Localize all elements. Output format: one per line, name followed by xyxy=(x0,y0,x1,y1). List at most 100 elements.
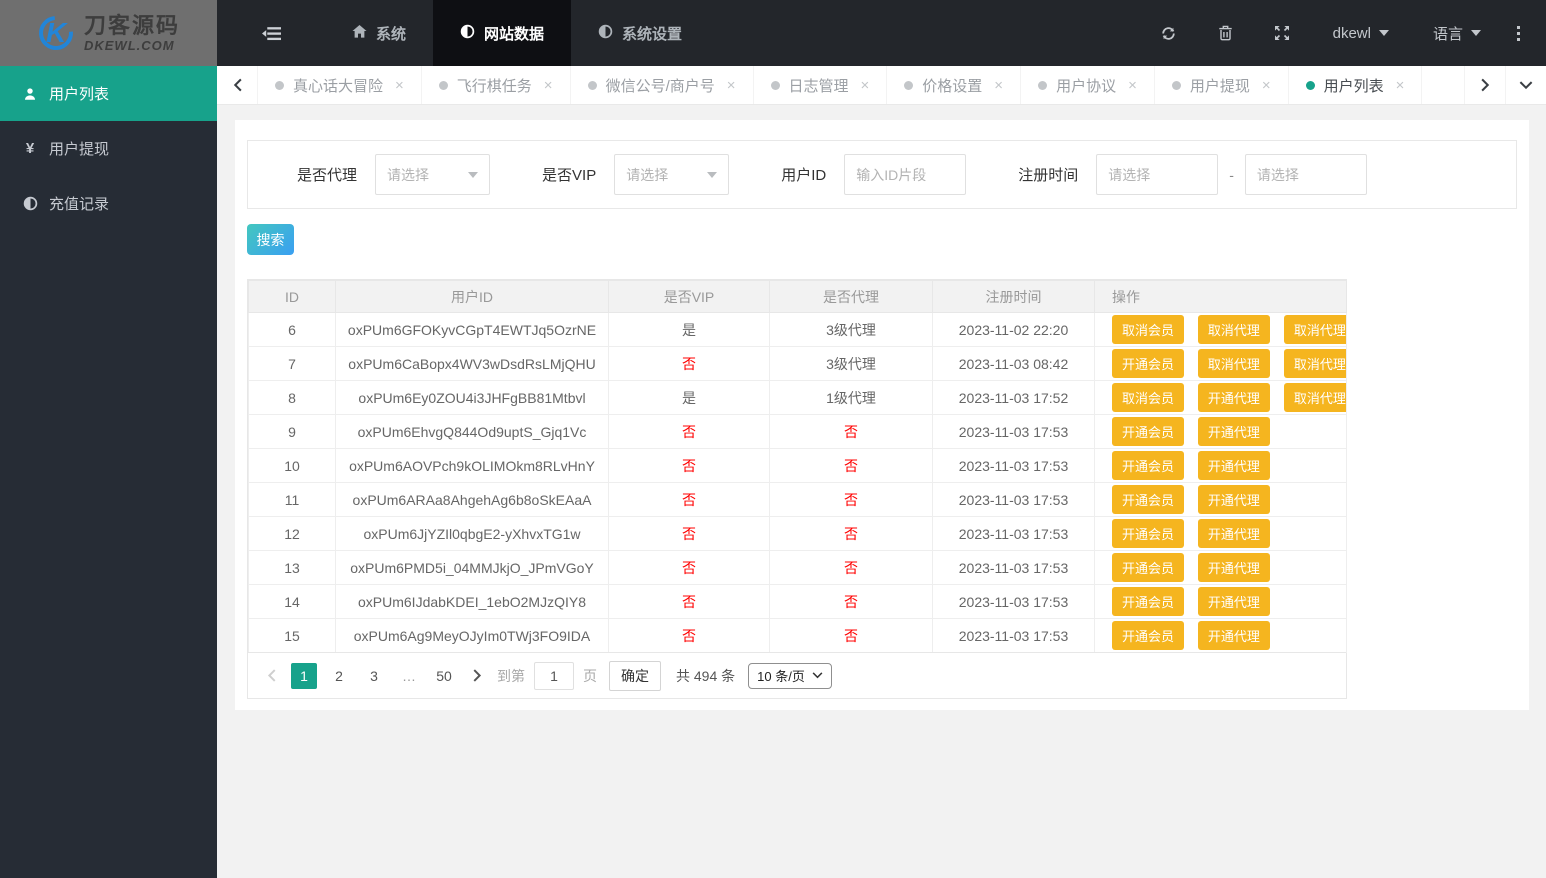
cell-id: 7 xyxy=(248,346,336,381)
sidebar-item-user-list[interactable]: 用户列表 xyxy=(0,66,217,121)
nav-item-site-data[interactable]: 网站数据 xyxy=(433,0,572,66)
open-agent-button[interactable]: 开通代理 xyxy=(1197,451,1270,480)
page-number[interactable]: 2 xyxy=(326,663,352,689)
open-agent-button[interactable]: 开通代理 xyxy=(1197,519,1270,548)
goto-page-input[interactable] xyxy=(534,661,574,690)
reg-time-start-select[interactable]: 请选择 xyxy=(1096,154,1219,195)
search-button[interactable]: 搜索 xyxy=(247,224,294,255)
tab-dot-icon xyxy=(1038,80,1048,90)
cancel-agent-button[interactable]: 取消代理 xyxy=(1283,349,1346,378)
cell-actions: 开通会员 开通代理 xyxy=(1094,618,1347,653)
close-icon[interactable]: × xyxy=(1128,77,1137,94)
nav-item-system-settings[interactable]: 系统设置 xyxy=(571,0,709,66)
tab-dot-icon xyxy=(275,80,284,90)
close-icon[interactable]: × xyxy=(994,77,1003,94)
cell-user-id: oxPUm6CaBopx4WV3wDsdRsLMjQHU xyxy=(335,346,609,381)
cancel-agent-button[interactable]: 取消代理 xyxy=(1197,315,1270,344)
open-member-button[interactable]: 开通会员 xyxy=(1112,553,1185,582)
goto-page-label: 到第 xyxy=(497,667,525,684)
nav-item-system[interactable]: 系统 xyxy=(325,0,433,66)
content: 是否代理 请选择 是否VIP 请选择 用户ID 输入ID片段 注册时间 请选择 … xyxy=(217,105,1546,878)
page-number[interactable]: 1 xyxy=(291,662,317,689)
fullscreen-icon[interactable] xyxy=(1254,25,1311,41)
user-list-card: 是否代理 请选择 是否VIP 请选择 用户ID 输入ID片段 注册时间 请选择 … xyxy=(235,120,1529,710)
cancel-agent-button[interactable]: 取消代理 xyxy=(1283,383,1346,412)
tab-price-settings[interactable]: 价格设置 × xyxy=(887,66,1022,104)
tabs-scroll-left-icon[interactable] xyxy=(217,66,258,104)
vip-filter-select[interactable]: 请选择 xyxy=(614,154,730,195)
menu-toggle-icon[interactable] xyxy=(217,0,325,66)
sidebar-item-recharge-records[interactable]: 充值记录 xyxy=(0,176,217,231)
vip-filter-label: 是否VIP xyxy=(542,167,597,184)
open-agent-button[interactable]: 开通代理 xyxy=(1197,417,1270,446)
open-member-button[interactable]: 开通会员 xyxy=(1112,519,1185,548)
page-size-select[interactable]: 10 条/页 xyxy=(748,662,832,689)
page-number[interactable]: 50 xyxy=(431,663,457,689)
half-circle-icon xyxy=(22,196,38,211)
reg-time-end-select[interactable]: 请选择 xyxy=(1244,154,1367,195)
tab-flight-chess-task[interactable]: 飞行棋任务 × xyxy=(422,66,571,104)
chevron-down-icon xyxy=(1471,30,1481,36)
agent-filter-select[interactable]: 请选择 xyxy=(375,154,491,195)
tab-dot-icon xyxy=(587,80,597,90)
open-member-button[interactable]: 开通会员 xyxy=(1112,451,1185,480)
cell-user-id: oxPUm6AOVPch9kOLIMOkm8RLvHnY xyxy=(335,448,609,483)
table-row: 14 oxPUm6IJdabKDEI_1ebO2MJzQIY8 否 否 2023… xyxy=(248,584,1347,619)
close-icon[interactable]: × xyxy=(544,77,553,94)
cell-id: 6 xyxy=(248,312,336,347)
next-page-icon[interactable] xyxy=(466,669,488,682)
confirm-button[interactable]: 确定 xyxy=(609,660,661,691)
tab-user-list[interactable]: 用户列表 × xyxy=(1289,66,1423,104)
cell-user-id: oxPUm6ARAa8AhgehAg6b8oSkEAaA xyxy=(335,482,609,517)
cancel-agent-button[interactable]: 取消代理 xyxy=(1283,315,1346,344)
tab-wechat-merchant[interactable]: 微信公号/商户号 × xyxy=(571,66,754,104)
cell-agent: 3级代理 xyxy=(769,312,933,347)
open-agent-button[interactable]: 开通代理 xyxy=(1197,383,1270,412)
username: dkewl xyxy=(1332,24,1371,42)
cancel-agent-button[interactable]: 取消代理 xyxy=(1197,349,1270,378)
open-member-button[interactable]: 开通会员 xyxy=(1112,417,1185,446)
tab-user-agreement[interactable]: 用户协议 × xyxy=(1021,66,1155,104)
more-options-icon[interactable] xyxy=(1503,25,1534,41)
tabs-scroll-right-icon[interactable] xyxy=(1464,66,1505,104)
tabs-menu-icon[interactable] xyxy=(1505,66,1546,104)
trash-icon[interactable] xyxy=(1197,25,1254,41)
open-agent-button[interactable]: 开通代理 xyxy=(1197,587,1270,616)
cell-id: 12 xyxy=(248,516,336,551)
open-member-button[interactable]: 开通会员 xyxy=(1112,621,1185,650)
user-menu[interactable]: dkewl xyxy=(1311,25,1411,42)
close-icon[interactable]: × xyxy=(395,77,404,94)
sidebar-item-user-withdraw[interactable]: ¥ 用户提现 xyxy=(0,121,217,176)
open-agent-button[interactable]: 开通代理 xyxy=(1197,553,1270,582)
tab-truth-or-dare[interactable]: 真心话大冒险 × xyxy=(258,66,422,104)
prev-page-icon[interactable] xyxy=(260,669,282,682)
refresh-icon[interactable] xyxy=(1140,25,1197,42)
cell-vip: 否 xyxy=(608,550,770,585)
tab-log-management[interactable]: 日志管理 × xyxy=(754,66,888,104)
cell-agent: 否 xyxy=(769,448,933,483)
open-member-button[interactable]: 开通会员 xyxy=(1112,485,1185,514)
col-id: ID xyxy=(248,280,336,313)
cancel-member-button[interactable]: 取消会员 xyxy=(1112,383,1185,412)
tab-user-withdraw[interactable]: 用户提现 × xyxy=(1155,66,1289,104)
cell-user-id: oxPUm6GFOKyvCGpT4EWTJq5OzrNE xyxy=(335,312,609,347)
cell-id: 10 xyxy=(248,448,336,483)
cell-vip: 是 xyxy=(608,380,770,415)
close-icon[interactable]: × xyxy=(1262,77,1271,94)
cell-user-id: oxPUm6IJdabKDEI_1ebO2MJzQIY8 xyxy=(335,584,609,619)
cell-reg-time: 2023-11-03 17:53 xyxy=(932,516,1095,551)
open-agent-button[interactable]: 开通代理 xyxy=(1197,621,1270,650)
cell-agent: 否 xyxy=(769,414,933,449)
user-id-input[interactable] xyxy=(844,154,967,195)
close-icon[interactable]: × xyxy=(727,77,736,94)
open-member-button[interactable]: 开通会员 xyxy=(1112,349,1185,378)
close-icon[interactable]: × xyxy=(1396,77,1405,94)
open-member-button[interactable]: 开通会员 xyxy=(1112,587,1185,616)
cancel-member-button[interactable]: 取消会员 xyxy=(1112,315,1185,344)
table-row: 9 oxPUm6EhvgQ844Od9uptS_Gjq1Vc 否 否 2023-… xyxy=(248,414,1347,449)
language-menu[interactable]: 语言 xyxy=(1411,23,1503,44)
user-icon xyxy=(22,87,38,101)
close-icon[interactable]: × xyxy=(861,77,870,94)
open-agent-button[interactable]: 开通代理 xyxy=(1197,485,1270,514)
page-number[interactable]: 3 xyxy=(361,663,387,689)
